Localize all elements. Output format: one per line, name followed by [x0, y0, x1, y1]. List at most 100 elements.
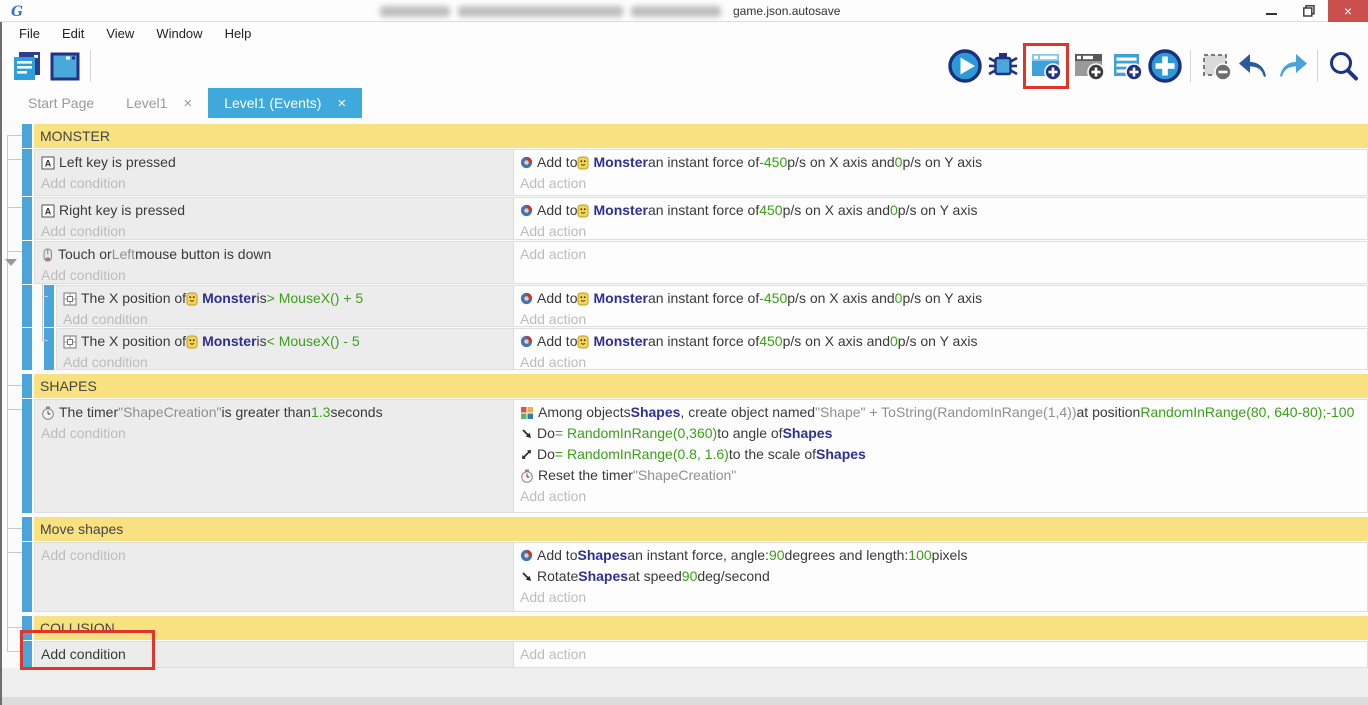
- tree-guide: [7, 528, 22, 529]
- add-action-button[interactable]: Add action: [520, 644, 1367, 665]
- close-button[interactable]: ×: [1328, 0, 1368, 22]
- conditions-cell[interactable]: The X position of Monster is > MouseX() …: [56, 285, 514, 327]
- conditions-cell[interactable]: Add condition: [34, 542, 514, 612]
- actions-cell[interactable]: Add action: [514, 641, 1368, 668]
- action-line[interactable]: Among objects Shapes, create object name…: [520, 402, 1367, 423]
- debug-icon[interactable]: [984, 47, 1022, 85]
- add-condition-button[interactable]: Add condition: [41, 173, 513, 194]
- menu-item-window[interactable]: Window: [145, 22, 213, 44]
- condition-line[interactable]: ARight key is pressed: [41, 200, 513, 221]
- tab-start-page[interactable]: Start Page: [12, 88, 110, 118]
- add-comment-icon[interactable]: [1108, 47, 1146, 85]
- conditions-cell[interactable]: ARight key is pressedAdd condition: [34, 197, 514, 240]
- conditions-cell[interactable]: Touch or Left mouse button is downAdd co…: [34, 241, 514, 284]
- event-drag-bar[interactable]: [22, 149, 32, 196]
- action-line[interactable]: Add to Monster an instant force of -450 …: [520, 288, 1367, 309]
- add-subevent-icon[interactable]: [1070, 47, 1108, 85]
- event-drag-bar[interactable]: [22, 399, 32, 513]
- text-segment: p/s on Y axis: [902, 152, 982, 173]
- conditions-cell[interactable]: The X position of Monster is < MouseX() …: [56, 328, 514, 370]
- action-line[interactable]: Do = RandomInRange(0.8, 1.6) to the scal…: [520, 444, 1367, 465]
- group-header-shapes[interactable]: SHAPES: [34, 374, 1368, 398]
- add-action-button[interactable]: Add action: [520, 352, 1367, 370]
- add-more-icon[interactable]: [1146, 47, 1184, 85]
- monster-object-icon: [577, 204, 589, 218]
- tab-close-icon[interactable]: ×: [337, 95, 346, 112]
- actions-cell[interactable]: Add to Monster an instant force of -450 …: [514, 285, 1368, 327]
- group-header-collision[interactable]: COLLISION: [34, 616, 1368, 640]
- add-action-button[interactable]: Add action: [520, 486, 1367, 507]
- action-line[interactable]: Add to Shapes an instant force, angle: 9…: [520, 545, 1367, 566]
- add-event-icon[interactable]: [1027, 47, 1065, 85]
- conditions-cell[interactable]: The timer "ShapeCreation" is greater tha…: [34, 399, 514, 513]
- action-line[interactable]: Reset the timer "ShapeCreation": [520, 465, 1367, 486]
- tab-level1-events-[interactable]: Level1 (Events)×: [208, 88, 362, 118]
- condition-line[interactable]: Touch or Left mouse button is down: [41, 244, 513, 265]
- text-segment: 100: [908, 545, 931, 566]
- condition-line[interactable]: The timer "ShapeCreation" is greater tha…: [41, 402, 513, 423]
- add-action-button[interactable]: Add action: [520, 309, 1367, 327]
- action-line[interactable]: Add to Monster an instant force of 450 p…: [520, 200, 1367, 221]
- text-segment: an instant force of: [648, 200, 759, 221]
- event-drag-bar[interactable]: [22, 197, 32, 240]
- event-drag-bar[interactable]: [22, 517, 32, 541]
- actions-cell[interactable]: Add action: [514, 241, 1368, 284]
- text-segment: Monster: [593, 288, 647, 309]
- search-icon[interactable]: [1324, 47, 1362, 85]
- add-condition-button[interactable]: Add condition: [63, 309, 513, 327]
- redo-icon[interactable]: [1273, 47, 1311, 85]
- actions-cell[interactable]: Add to Shapes an instant force, angle: 9…: [514, 542, 1368, 612]
- collapse-triangle-icon[interactable]: [5, 259, 17, 266]
- add-condition-button[interactable]: Add condition: [41, 423, 513, 444]
- event-drag-bar[interactable]: [22, 374, 32, 398]
- text-segment: is: [257, 331, 267, 352]
- condition-line[interactable]: ALeft key is pressed: [41, 152, 513, 173]
- actions-cell[interactable]: Add to Monster an instant force of 450 p…: [514, 328, 1368, 370]
- add-condition-button[interactable]: Add condition: [63, 352, 513, 370]
- menu-item-file[interactable]: File: [8, 22, 51, 44]
- restore-button[interactable]: [1290, 0, 1328, 22]
- delete-event-icon[interactable]: [1197, 47, 1235, 85]
- start-page-icon[interactable]: [46, 47, 84, 85]
- project-manager-icon[interactable]: [8, 47, 46, 85]
- svg-text:A: A: [45, 206, 52, 216]
- add-action-button[interactable]: Add action: [520, 587, 1367, 608]
- condition-line[interactable]: The X position of Monster is < MouseX() …: [63, 331, 513, 352]
- add-action-button[interactable]: Add action: [520, 244, 1367, 265]
- menu-item-view[interactable]: View: [95, 22, 145, 44]
- menu-item-help[interactable]: Help: [214, 22, 263, 44]
- text-segment: = RandomInRange(0.8, 1.6): [555, 444, 729, 465]
- actions-cell[interactable]: Among objects Shapes, create object name…: [514, 399, 1368, 513]
- add-condition-button[interactable]: Add condition: [41, 265, 513, 284]
- action-line[interactable]: Do = RandomInRange(0,360) to angle of Sh…: [520, 423, 1367, 444]
- conditions-cell[interactable]: ALeft key is pressedAdd condition: [34, 149, 514, 196]
- event-drag-bar[interactable]: [22, 542, 32, 612]
- group-header-monster[interactable]: MONSTER: [34, 124, 1368, 148]
- text-segment: deg/second: [697, 566, 769, 587]
- add-condition-button[interactable]: Add condition: [41, 221, 513, 240]
- event-drag-bar[interactable]: [22, 124, 32, 148]
- action-line[interactable]: Add to Monster an instant force of -450 …: [520, 152, 1367, 173]
- event-drag-bar[interactable]: [22, 328, 32, 370]
- menu-item-edit[interactable]: Edit: [51, 22, 95, 44]
- event-drag-bar[interactable]: [44, 328, 54, 370]
- add-action-button[interactable]: Add action: [520, 173, 1367, 194]
- tab-close-icon[interactable]: ×: [183, 95, 192, 112]
- event-drag-bar[interactable]: [22, 241, 32, 284]
- tab-label: Level1: [126, 95, 167, 111]
- group-header-row: COLLISION: [2, 616, 1368, 640]
- minimize-button[interactable]: [1252, 0, 1290, 22]
- actions-cell[interactable]: Add to Monster an instant force of 450 p…: [514, 197, 1368, 240]
- action-line[interactable]: Add to Monster an instant force of 450 p…: [520, 331, 1367, 352]
- group-header-move-shapes[interactable]: Move shapes: [34, 517, 1368, 541]
- tab-level1[interactable]: Level1 ×: [110, 88, 208, 118]
- action-line[interactable]: Rotate Shapes at speed 90deg/second: [520, 566, 1367, 587]
- preview-play-icon[interactable]: [946, 47, 984, 85]
- actions-cell[interactable]: Add to Monster an instant force of -450 …: [514, 149, 1368, 196]
- undo-icon[interactable]: [1235, 47, 1273, 85]
- event-drag-bar[interactable]: [44, 285, 54, 327]
- add-action-button[interactable]: Add action: [520, 221, 1367, 240]
- add-condition-button[interactable]: Add condition: [41, 545, 513, 566]
- event-drag-bar[interactable]: [22, 285, 32, 327]
- condition-line[interactable]: The X position of Monster is > MouseX() …: [63, 288, 513, 309]
